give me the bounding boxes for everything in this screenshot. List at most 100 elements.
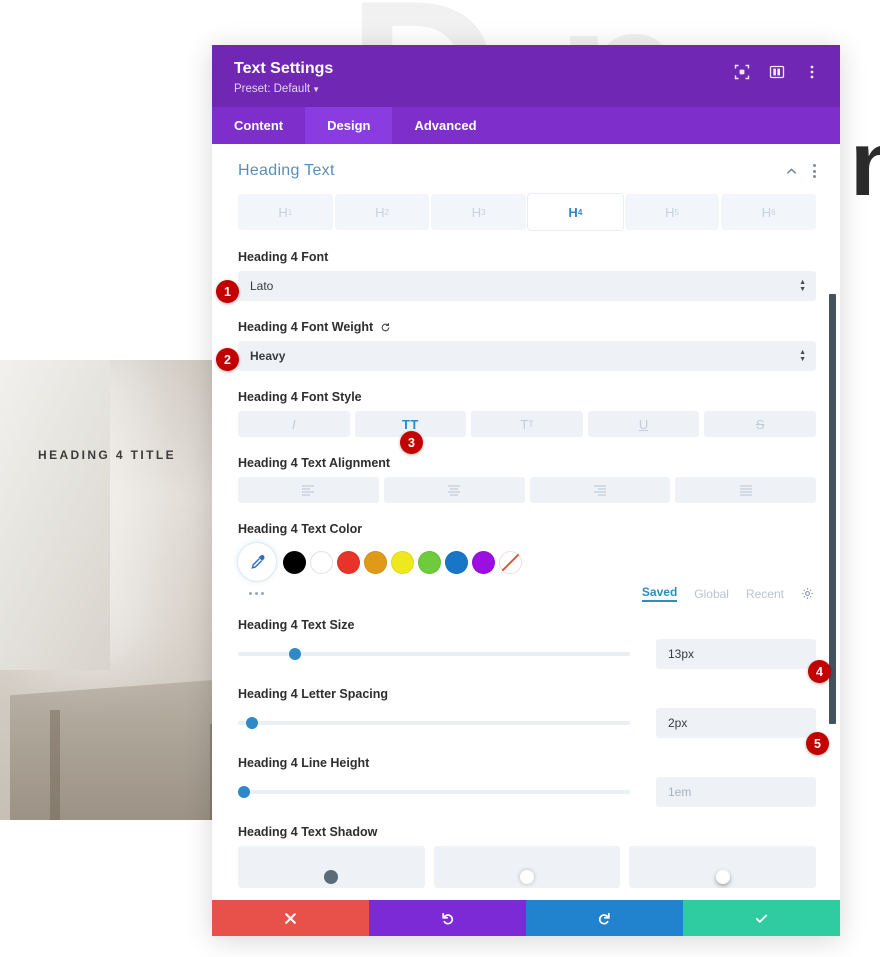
slider-knob[interactable] — [238, 786, 250, 798]
settings-scroll-area: Heading Text H1 H2 H3 H4 H5 H6 Heading 4… — [212, 144, 840, 900]
text-shadow-presets — [238, 846, 817, 888]
letter-spacing-input[interactable]: 2px — [656, 708, 816, 738]
close-icon — [285, 912, 296, 924]
swatch-black[interactable] — [283, 550, 306, 574]
callout-badge-2: 2 — [216, 348, 239, 371]
line-height-label-text: Heading 4 Line Height — [238, 756, 370, 770]
heading-level-h2[interactable]: H2 — [334, 194, 430, 230]
swatch-white[interactable] — [310, 550, 333, 574]
swatch-purple[interactable] — [472, 550, 495, 574]
chevron-up-icon[interactable] — [785, 165, 798, 178]
shadow-preview — [715, 870, 730, 884]
align-left-icon — [302, 485, 315, 496]
cancel-button[interactable] — [212, 900, 369, 936]
italic-button[interactable]: I — [238, 411, 350, 437]
color-swatch-row — [238, 543, 816, 581]
font-select[interactable]: Lato ▲ ▼ — [238, 271, 816, 301]
color-picker-button[interactable] — [238, 543, 276, 581]
text-shadow-preset-medium[interactable] — [629, 846, 817, 888]
align-justify-icon — [739, 485, 752, 496]
h3-label: H — [471, 204, 482, 220]
slider-knob[interactable] — [288, 648, 301, 660]
preset-selector[interactable]: Preset: Default ▼ — [234, 83, 333, 95]
underline-glyph: U — [638, 416, 649, 432]
undo-button[interactable] — [369, 900, 526, 936]
gear-icon[interactable] — [801, 587, 814, 600]
small-caps-button[interactable]: TT — [471, 411, 583, 437]
font-weight-select[interactable]: Heavy ▲ ▼ — [238, 341, 816, 371]
tab-design[interactable]: Design — [305, 107, 393, 144]
strikethrough-button[interactable]: S — [704, 411, 816, 437]
line-height-input[interactable]: 1em — [656, 777, 816, 807]
modal-header: Text Settings Preset: Default ▼ — [212, 45, 840, 107]
redo-button[interactable] — [526, 900, 683, 936]
font-style-label-text: Heading 4 Font Style — [238, 390, 362, 404]
h6-label: H — [761, 204, 772, 220]
underline-button[interactable]: U — [587, 411, 700, 437]
font-label-text: Heading 4 Font — [238, 250, 329, 264]
heading-level-h3[interactable]: H3 — [431, 194, 527, 230]
color-footer: Saved Global Recent — [238, 585, 816, 602]
swatch-blue[interactable] — [445, 550, 468, 574]
swatch-green[interactable] — [418, 550, 441, 574]
text-settings-modal: Text Settings Preset: Default ▼ Content … — [212, 45, 840, 936]
save-button[interactable] — [683, 900, 840, 936]
align-right-button[interactable] — [529, 477, 671, 503]
text-shadow-preset-none[interactable] — [238, 846, 425, 888]
heading-level-h6[interactable]: H6 — [721, 194, 817, 230]
heading-level-h1[interactable]: H1 — [238, 194, 333, 230]
layout-panel-icon[interactable] — [769, 64, 785, 80]
color-tab-saved[interactable]: Saved — [641, 585, 678, 602]
font-style-label: Heading 4 Font Style — [238, 390, 816, 404]
italic-glyph: I — [291, 416, 296, 432]
preset-label: Preset: Default — [234, 83, 311, 95]
tab-advanced[interactable]: Advanced — [392, 107, 498, 144]
text-shadow-label: Heading 4 Text Shadow — [238, 825, 816, 839]
color-tab-recent[interactable]: Recent — [746, 587, 784, 601]
text-alignment-label: Heading 4 Text Alignment — [238, 456, 816, 470]
slider-knob[interactable] — [245, 717, 258, 729]
letter-spacing-slider[interactable] — [238, 714, 630, 732]
vertical-dots-icon[interactable] — [812, 164, 816, 178]
align-left-button[interactable] — [238, 477, 379, 503]
callout-badge-5: 5 — [806, 732, 829, 755]
focus-target-icon[interactable] — [734, 64, 750, 80]
align-justify-button[interactable] — [675, 477, 816, 503]
heading-level-tabs: H1 H2 H3 H4 H5 H6 — [238, 194, 817, 230]
align-center-icon — [448, 485, 461, 496]
section-title: Heading Text — [238, 162, 335, 179]
scrollbar-thumb[interactable] — [829, 294, 836, 724]
text-size-label-text: Heading 4 Text Size — [238, 618, 355, 632]
text-size-slider[interactable] — [238, 645, 630, 663]
heading-level-h5[interactable]: H5 — [624, 194, 720, 230]
color-tab-global[interactable]: Global — [694, 587, 729, 601]
swatch-transparent[interactable] — [499, 550, 522, 574]
text-shadow-preset-soft[interactable] — [433, 846, 621, 888]
slider-track — [238, 790, 630, 794]
align-right-icon — [593, 485, 606, 496]
font-weight-value: Heavy — [250, 349, 286, 363]
vertical-dots-menu-icon[interactable] — [804, 64, 820, 80]
section-tools — [785, 164, 816, 178]
check-icon — [755, 914, 768, 923]
font-label: Heading 4 Font — [238, 250, 816, 264]
line-height-slider[interactable] — [238, 783, 630, 801]
more-dots-icon[interactable] — [238, 592, 264, 595]
heading-level-h4[interactable]: H4 — [528, 194, 623, 230]
shadow-preview — [520, 870, 534, 884]
swatch-red[interactable] — [337, 550, 360, 574]
text-size-input[interactable]: 13px — [656, 639, 816, 669]
header-icon-group — [734, 59, 820, 80]
photo-heading-text: HEADING 4 TITLE — [38, 448, 177, 462]
h4-sub: 4 — [577, 207, 583, 217]
font-value: Lato — [250, 279, 274, 293]
align-center-button[interactable] — [383, 477, 525, 503]
background-big-letter: n — [850, 113, 880, 215]
heading-text-section-header: Heading Text — [238, 162, 816, 194]
reset-icon[interactable] — [380, 322, 391, 333]
tab-content[interactable]: Content — [212, 107, 305, 144]
text-size-label: Heading 4 Text Size — [238, 618, 816, 632]
swatch-yellow[interactable] — [391, 550, 414, 574]
letter-spacing-row: 2px — [238, 708, 816, 738]
swatch-orange[interactable] — [364, 550, 387, 574]
